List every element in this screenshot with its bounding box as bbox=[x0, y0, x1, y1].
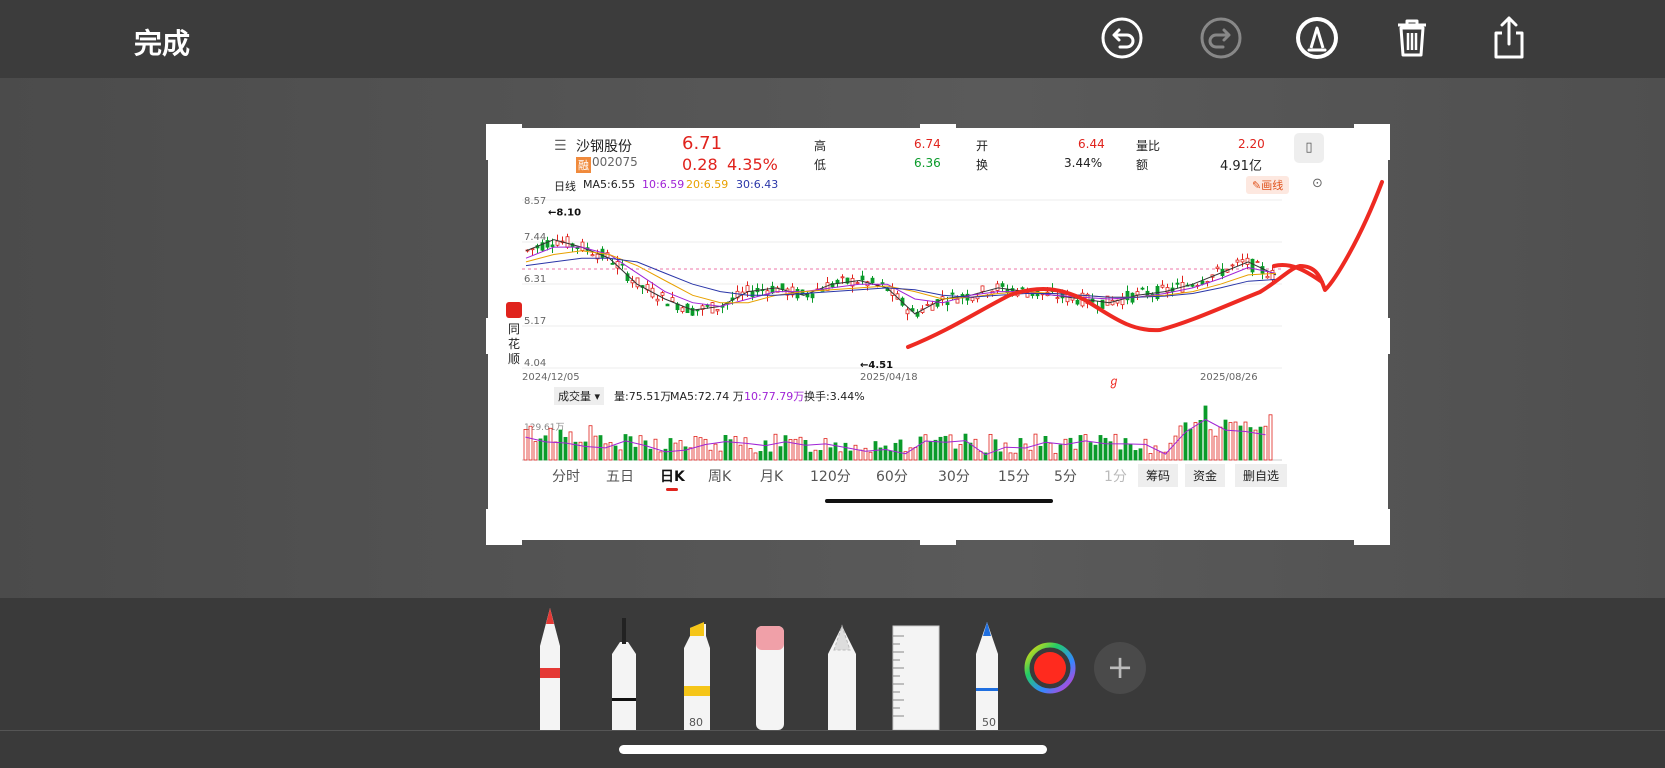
toolbar-divider bbox=[0, 730, 1665, 731]
eraser-tool-icon[interactable] bbox=[752, 606, 788, 730]
color-picker-icon[interactable] bbox=[1024, 642, 1076, 694]
marker-tool-icon[interactable] bbox=[678, 606, 714, 730]
fineliner-tool-icon[interactable] bbox=[606, 606, 642, 730]
marker-width-label: 80 bbox=[689, 716, 703, 729]
plus-icon: + bbox=[1106, 648, 1134, 686]
svg-text:ℊ: ℊ bbox=[1108, 374, 1120, 388]
pen-tool-icon[interactable] bbox=[532, 606, 568, 730]
pencil-width-label: 50 bbox=[982, 716, 996, 729]
add-tool-button[interactable]: + bbox=[1094, 642, 1146, 694]
pencil-tool-icon[interactable] bbox=[972, 606, 1002, 730]
lasso-tool-icon[interactable] bbox=[824, 606, 860, 730]
ruler-tool-icon[interactable] bbox=[892, 606, 940, 730]
home-indicator bbox=[619, 745, 1047, 754]
